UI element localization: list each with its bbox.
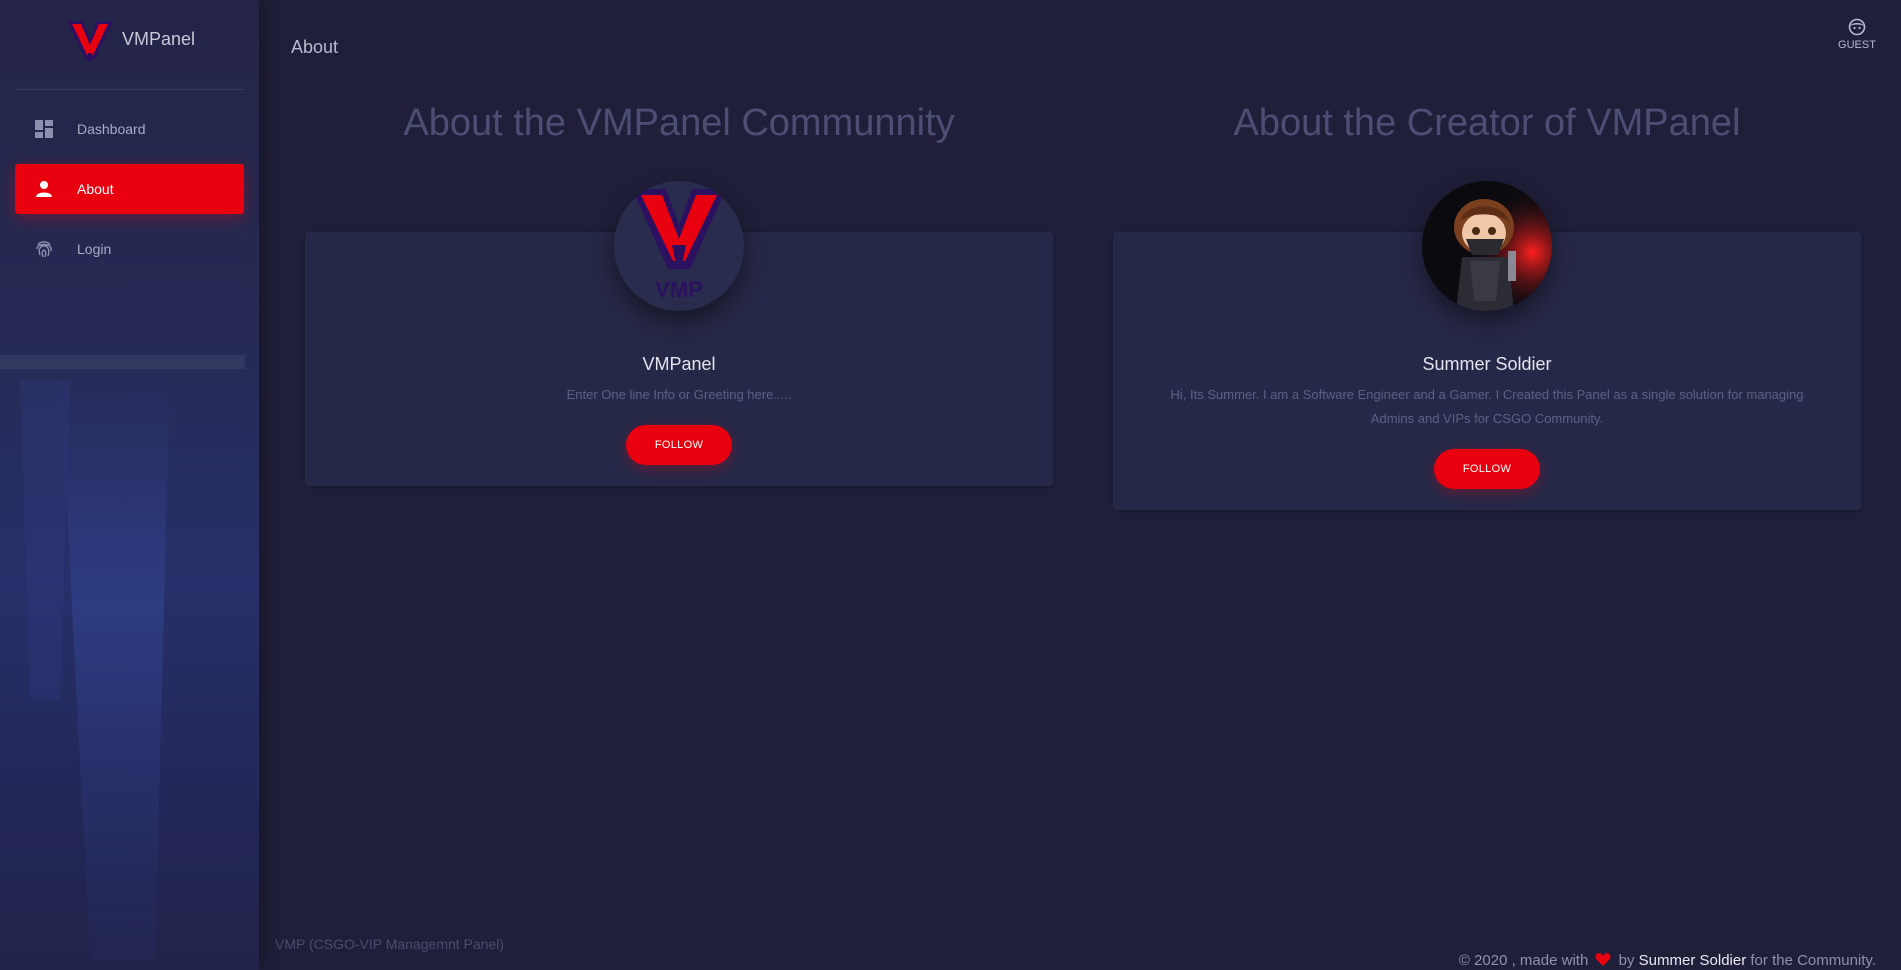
person-icon <box>33 178 55 200</box>
sidebar-item-dashboard[interactable]: Dashboard <box>15 104 244 154</box>
community-avatar: VMP <box>614 181 744 311</box>
footer-by: by <box>1618 952 1635 969</box>
vmpanel-logo-icon <box>66 20 113 61</box>
face-icon <box>1848 18 1866 36</box>
brand[interactable]: VMPanel <box>15 0 244 90</box>
creator-avatar <box>1422 181 1552 311</box>
fingerprint-icon <box>33 238 55 260</box>
footer-credits: © 2020 , made with by Summer Soldier for… <box>1459 952 1876 969</box>
sidebar: VMPanel Dashboard About Login <box>0 0 259 970</box>
community-card: VMP VMPanel Enter One line Info or Greet… <box>305 181 1053 486</box>
footer-app-name: VMP (CSGO-VIP Managemnt Panel) <box>275 936 505 952</box>
sidebar-item-about[interactable]: About <box>15 164 244 214</box>
creator-section-title: About the Creator of VMPanel <box>1233 102 1741 144</box>
community-follow-button[interactable]: FOLLOW <box>626 425 732 465</box>
footer-copyright: © 2020 , made with <box>1458 952 1589 969</box>
creator-card-description: Hi, Its Summer. I am a Software Engineer… <box>1170 387 1804 426</box>
creator-avatar-image <box>1422 181 1552 311</box>
user-label: GUEST <box>1838 39 1876 51</box>
footer-suffix: for the Community. <box>1750 952 1876 969</box>
community-card-name: VMPanel <box>642 354 716 374</box>
dashboard-icon <box>33 118 55 140</box>
creator-card-name: Summer Soldier <box>1422 354 1552 374</box>
brand-name: VMPanel <box>121 29 196 49</box>
vmp-logo-text: VMP <box>655 277 703 302</box>
heart-icon <box>1595 953 1612 966</box>
creator-card: Summer Soldier Hi, Its Summer. I am a So… <box>1113 181 1861 510</box>
user-menu[interactable]: GUEST <box>1832 18 1882 51</box>
sidebar-item-label: About <box>77 181 114 197</box>
sidebar-item-login[interactable]: Login <box>15 224 244 274</box>
sidebar-item-label: Dashboard <box>77 121 146 137</box>
page-title: About <box>291 37 339 57</box>
sidebar-nav: Dashboard About Login <box>0 104 259 274</box>
sidebar-item-label: Login <box>77 241 112 257</box>
footer-author-link[interactable]: Summer Soldier <box>1639 952 1747 969</box>
vmp-logo-icon: VMP <box>632 189 726 302</box>
community-section-title: About the VMPanel Communnity <box>403 102 955 144</box>
community-card-description: Enter One line Info or Greeting here....… <box>566 387 792 402</box>
creator-follow-button[interactable]: FOLLOW <box>1434 449 1540 489</box>
